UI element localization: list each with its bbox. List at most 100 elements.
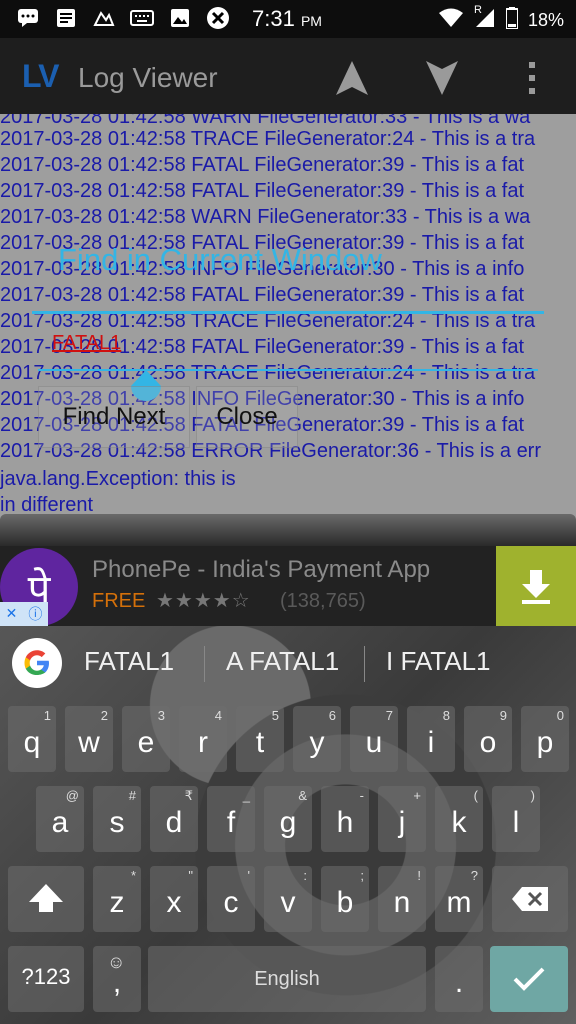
key-p[interactable]: 0p xyxy=(521,706,569,772)
ad-choices[interactable]: ✕ ⓘ xyxy=(0,602,48,626)
suggestion-divider xyxy=(364,646,365,682)
enter-key[interactable] xyxy=(490,946,568,1012)
info-icon[interactable]: ⓘ xyxy=(28,604,42,624)
log-line: java.lang.Exception: this is xyxy=(0,468,236,490)
key-f-alt: _ xyxy=(242,788,250,803)
key-r-alt: 4 xyxy=(214,708,222,723)
key-m-alt: ? xyxy=(470,868,478,883)
key-q-alt: 1 xyxy=(43,708,51,723)
find-text-input[interactable]: FATAL1 xyxy=(52,332,121,355)
messages-icon xyxy=(16,6,40,30)
roaming-label: R xyxy=(473,4,482,16)
ad-download-button[interactable] xyxy=(496,546,576,626)
ad-price: FREE xyxy=(92,590,146,612)
key-x-alt: " xyxy=(188,868,193,883)
key-i-alt: 8 xyxy=(442,708,450,723)
key-g[interactable]: & g xyxy=(264,786,312,852)
key-z-alt: * xyxy=(130,868,136,883)
clock: 7:31 PM xyxy=(252,6,322,31)
log-line: 2017-03-28 01:42:58 FATAL FileGenerator:… xyxy=(0,154,524,176)
key-w-alt: 2 xyxy=(100,708,108,723)
key-x[interactable]: " x xyxy=(150,866,198,932)
input-underline xyxy=(38,369,538,371)
key-c-label: c xyxy=(223,886,239,919)
symbols-key[interactable]: ?123 xyxy=(8,946,84,1012)
signal-icon: R xyxy=(474,4,496,33)
key-d-label: d xyxy=(165,806,183,839)
suggestion-2[interactable]: A FATAL1 xyxy=(226,646,339,677)
log-view[interactable]: 2017-03-28 01:42:58 WARN FileGenerator:3… xyxy=(0,114,576,526)
system-status: R 18% xyxy=(438,4,564,34)
suggestion-1[interactable]: FATAL1 xyxy=(84,646,174,677)
key-k-alt: ( xyxy=(473,788,478,803)
key-u-alt: 7 xyxy=(385,708,393,723)
key-z[interactable]: * z xyxy=(93,866,141,932)
key-q[interactable]: 1q xyxy=(8,706,56,772)
key-v[interactable]: :v xyxy=(264,866,312,932)
wifi-icon xyxy=(438,8,464,33)
notes-icon xyxy=(54,6,78,30)
log-line: 2017-03-28 01:42:58 FATAL FileGenerator:… xyxy=(0,284,524,306)
keyboard-icon xyxy=(130,6,154,30)
key-n[interactable]: ! n xyxy=(378,866,426,932)
key-r[interactable]: 4r xyxy=(179,706,227,772)
key-p-alt: 0 xyxy=(556,708,564,723)
key-b-label: b xyxy=(336,886,354,919)
comma-key-label: , xyxy=(112,966,122,999)
key-f-label: f xyxy=(226,806,236,839)
space-bar[interactable]: English xyxy=(148,946,426,1012)
key-t[interactable]: 5t xyxy=(236,706,284,772)
download-icon xyxy=(522,570,550,604)
scroll-down-button[interactable] xyxy=(420,56,464,100)
battery-icon xyxy=(504,7,519,34)
key-e-label: e xyxy=(137,726,155,759)
key-k-label: k xyxy=(451,806,467,839)
key-j[interactable]: + j xyxy=(378,786,426,852)
key-c[interactable]: ' c xyxy=(207,866,255,932)
key-m[interactable]: ? m xyxy=(435,866,483,932)
period-key-label: . xyxy=(454,966,464,999)
scroll-up-button[interactable] xyxy=(330,56,374,100)
sync-icon xyxy=(206,6,230,30)
backspace-key[interactable] xyxy=(492,866,568,932)
find-next-button[interactable]: Find Next xyxy=(38,386,190,448)
more-vert-icon xyxy=(529,62,535,94)
log-line: 2017-03-28 01:42:58 TRACE FileGenerator:… xyxy=(0,362,536,384)
arrow-up-icon xyxy=(336,61,368,95)
google-icon[interactable] xyxy=(12,638,62,688)
suggestion-3[interactable]: I FATAL1 xyxy=(386,646,491,677)
close-ad-icon[interactable]: ✕ xyxy=(6,606,18,622)
key-d[interactable]: ₹ d xyxy=(150,786,198,852)
key-x-label: x xyxy=(166,886,182,919)
ad-title[interactable]: PhonePe - India's Payment App xyxy=(92,556,430,584)
key-u[interactable]: 7u xyxy=(350,706,398,772)
key-t-alt: 5 xyxy=(271,708,279,723)
key-l[interactable]: ) l xyxy=(492,786,540,852)
key-s[interactable]: # s xyxy=(93,786,141,852)
key-a-alt: @ xyxy=(65,788,79,803)
app-title: Log Viewer xyxy=(78,62,218,93)
key-i[interactable]: 8i xyxy=(407,706,455,772)
key-y[interactable]: 6y xyxy=(293,706,341,772)
key-k[interactable]: (k xyxy=(435,786,483,852)
ad-rating-stars: ★★★★☆ xyxy=(156,588,251,612)
arrow-down-icon xyxy=(426,61,458,95)
key-n-label: n xyxy=(393,886,411,919)
period-key[interactable]: . xyxy=(435,946,483,1012)
overflow-menu-button[interactable] xyxy=(510,56,554,100)
find-dialog-title: Find in Current Window xyxy=(58,242,382,277)
key-w[interactable]: 2w xyxy=(65,706,113,772)
key-w-label: w xyxy=(78,726,100,759)
shift-key[interactable] xyxy=(8,866,84,932)
key-z-label: z xyxy=(109,886,125,919)
key-e[interactable]: 3e xyxy=(122,706,170,772)
key-h[interactable]: -h xyxy=(321,786,369,852)
key-v-label: v xyxy=(280,886,296,919)
key-p-label: p xyxy=(536,726,554,759)
close-button[interactable]: Close xyxy=(196,386,298,448)
key-o[interactable]: 9o xyxy=(464,706,512,772)
key-b[interactable]: ; b xyxy=(321,866,369,932)
key-f[interactable]: _ f xyxy=(207,786,255,852)
key-a[interactable]: @ a xyxy=(36,786,84,852)
comma-key[interactable]: ☺ , xyxy=(93,946,141,1012)
